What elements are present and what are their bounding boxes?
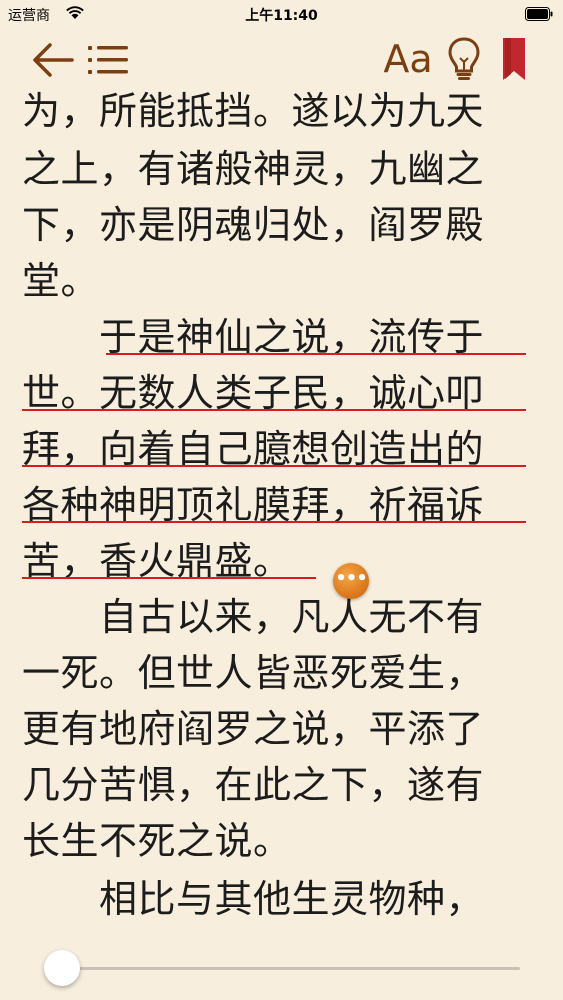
highlight-underline xyxy=(106,353,526,355)
text-line-highlighted[interactable]: 苦，香火鼎盛。 xyxy=(22,532,542,590)
text-line: 下，亦是阴魂归处，阎罗殿 xyxy=(22,203,485,247)
reading-page: 为，所能抵挡。遂以为九天 之上，有诸般神灵，九幽之 下，亦是阴魂归处，阎罗殿 堂… xyxy=(0,0,563,1000)
text-line: 几分苦惧，在此之下，遂有 xyxy=(22,763,485,807)
reading-progress-track[interactable] xyxy=(50,967,520,970)
reading-progress-thumb[interactable] xyxy=(44,950,80,986)
status-bar: 运营商 上午11:40 xyxy=(0,0,563,30)
text-line-highlighted[interactable]: 各种神明顶礼膜拜，祈福诉 xyxy=(22,476,542,534)
bookmark-button[interactable] xyxy=(500,36,528,82)
text-line: 堂。 xyxy=(22,259,100,303)
text-line: 相比与其他生灵物种， xyxy=(22,877,485,921)
back-button[interactable] xyxy=(30,40,76,80)
text-line: 为，所能抵挡。遂以为九天 xyxy=(22,89,485,133)
list-icon xyxy=(88,46,128,74)
text-line: 长生不死之说。 xyxy=(22,819,292,863)
text-line: 一死。但世人皆恶死爱生， xyxy=(22,651,485,695)
text-line: 更有地府阎罗之说，平添了 xyxy=(22,707,485,751)
highlight-underline xyxy=(22,521,526,523)
brightness-button[interactable] xyxy=(446,36,482,82)
highlight-underline xyxy=(22,577,316,579)
ellipsis-icon: ••• xyxy=(335,568,368,589)
battery-icon xyxy=(525,7,553,21)
text-line-highlighted[interactable]: 于是神仙之说，流传于 xyxy=(22,308,542,366)
bookmark-icon xyxy=(503,38,525,80)
highlight-underline xyxy=(22,465,526,467)
status-time: 上午11:40 xyxy=(245,8,318,24)
text-line: 之上，有诸般神灵，九幽之 xyxy=(22,147,485,191)
back-arrow-icon xyxy=(33,43,74,77)
text-line-highlighted[interactable]: 世。无数人类子民，诚心叩 xyxy=(22,364,542,422)
highlight-underline xyxy=(22,409,526,411)
lightbulb-icon xyxy=(448,37,480,80)
font-settings-button[interactable]: Aa xyxy=(383,35,433,83)
text-line: 自古以来，凡人无不有 xyxy=(22,595,485,639)
text-line-highlighted[interactable]: 拜，向着自己臆想创造出的 xyxy=(22,420,542,478)
table-of-contents-button[interactable] xyxy=(86,42,130,78)
reader-toolbar: Aa xyxy=(0,30,563,90)
annotation-menu-button[interactable]: ••• xyxy=(333,563,369,599)
